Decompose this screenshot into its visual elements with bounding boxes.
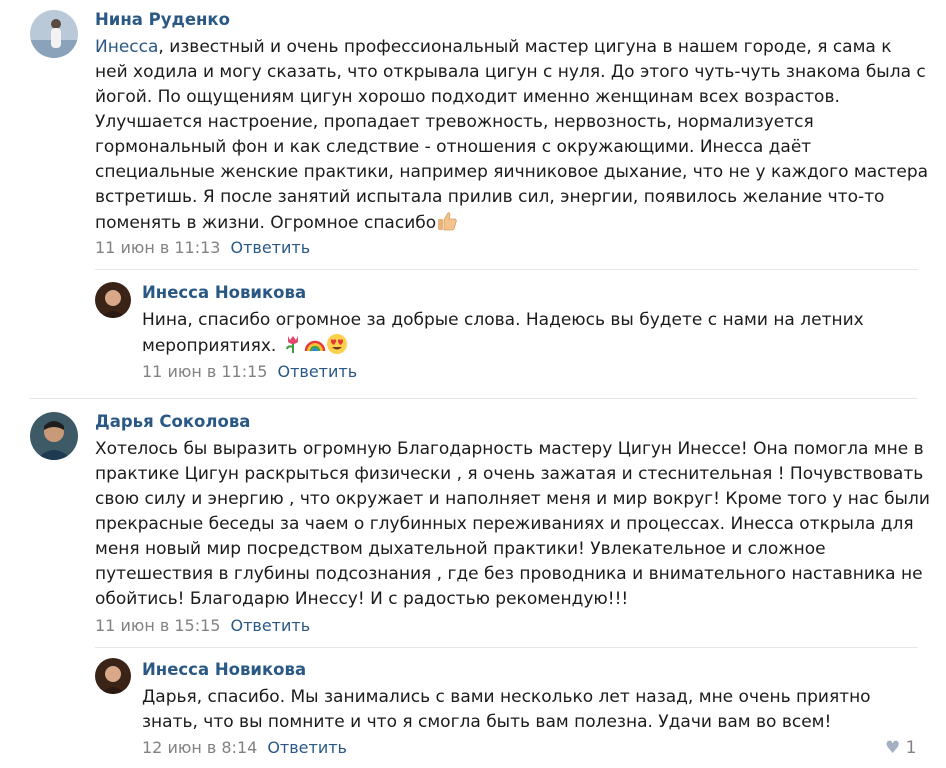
- comment-date[interactable]: 11 июн в 15:15: [95, 616, 220, 635]
- comment-text-line: гормональный фон и как следствие - отнош…: [95, 137, 812, 157]
- comment-date[interactable]: 11 июн в 11:15: [142, 362, 267, 381]
- comment-text-line: мероприятиях.: [142, 336, 277, 356]
- comment-meta: 11 июн в 11:15 Ответить: [142, 362, 357, 381]
- avatar[interactable]: [95, 658, 131, 694]
- comment-author[interactable]: Дарья Соколова: [95, 412, 250, 431]
- comment-text-line: свою силу и энергию , что окружает и нап…: [95, 489, 930, 509]
- comment-text-line: , известный и очень профессиональный мас…: [158, 37, 892, 57]
- like-button[interactable]: ♥ 1: [885, 738, 916, 758]
- thumbs-up-icon: [436, 210, 458, 232]
- comment-text-line: Хотелось бы выразить огромную Благодарно…: [95, 439, 924, 459]
- comment-meta: 12 июн в 8:14 Ответить: [142, 738, 347, 757]
- comment-text-line: практике Цигун раскрыться физически , я …: [95, 464, 924, 484]
- comment-text: Хотелось бы выразить огромную Благодарно…: [95, 437, 930, 612]
- comment-text: Инесса, известный и очень профессиональн…: [95, 35, 928, 236]
- reply-button[interactable]: Ответить: [230, 616, 310, 635]
- reply-button[interactable]: Ответить: [267, 738, 347, 757]
- comment-text: Нина, спасибо огромное за добрые слова. …: [142, 308, 864, 359]
- avatar[interactable]: [30, 10, 78, 58]
- like-count: 1: [905, 738, 917, 758]
- comment-text-line: йогой. По ощущениям цигун хорошо подходи…: [95, 87, 840, 107]
- rainbow-icon: [304, 333, 326, 355]
- comment-text-line: Дарья, спасибо. Мы занимались с вами нес…: [142, 687, 871, 707]
- divider: [95, 269, 918, 270]
- comment-date[interactable]: 11 июн в 11:13: [95, 238, 220, 257]
- comment-text-line: ней ходила и могу сказать, что открывала…: [95, 62, 926, 82]
- comment-text: Дарья, спасибо. Мы занимались с вами нес…: [142, 685, 871, 735]
- comment-text-line: знать, что вы помните и что я смогла быт…: [142, 712, 832, 732]
- reply-button[interactable]: Ответить: [230, 238, 310, 257]
- comment-text-line: путешествия в глубины подсознания , где …: [95, 564, 923, 584]
- comment-text-line: специальные женские практики, например я…: [95, 162, 929, 182]
- heart-icon: ♥: [885, 738, 901, 758]
- comment-meta: 11 июн в 11:13 Ответить: [95, 238, 310, 257]
- comment-text-line: встретишь. Я после занятий испытала прил…: [95, 187, 885, 207]
- mention-link[interactable]: Инесса: [95, 37, 158, 57]
- avatar[interactable]: [95, 282, 131, 318]
- avatar[interactable]: [30, 412, 78, 460]
- comment-author[interactable]: Нина Руденко: [95, 10, 230, 29]
- tulip-icon: [282, 333, 304, 355]
- comment-author[interactable]: Инесса Новикова: [142, 660, 306, 679]
- comment-author[interactable]: Инесса Новикова: [142, 283, 306, 302]
- divider: [30, 398, 918, 399]
- comment-text-line: обойтись! Благодарю Инессу! И с радостью…: [95, 589, 629, 609]
- comment-text-line: прекрасные беседы за чаем о глубинных пе…: [95, 514, 914, 534]
- comment-text-line: Улучшается настроение, пропадает тревожн…: [95, 112, 814, 132]
- comment-text-line: меня новый мир посредством дыхательной п…: [95, 539, 826, 559]
- divider: [95, 647, 918, 648]
- comment-text-line: поменять в жизни. Огромное спасибо: [95, 213, 437, 233]
- comment-meta: 11 июн в 15:15 Ответить: [95, 616, 310, 635]
- comment-date[interactable]: 12 июн в 8:14: [142, 738, 257, 757]
- comment-text-line: Нина, спасибо огромное за добрые слова. …: [142, 310, 864, 330]
- reply-button[interactable]: Ответить: [277, 362, 357, 381]
- heart-eyes-icon: [326, 333, 348, 355]
